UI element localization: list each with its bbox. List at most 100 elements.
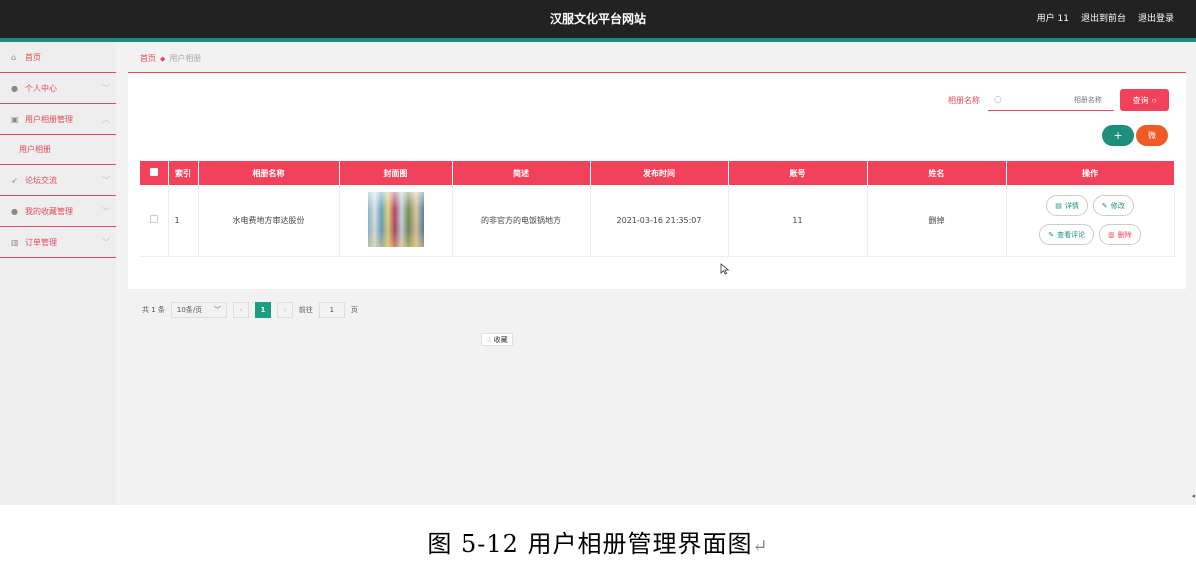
operations-cell: ▤ 详情 ✎ 修改 ✎ 查看评论 ▥ 删除 <box>1006 185 1175 257</box>
page-suffix: 页 <box>350 306 358 314</box>
scroll-marker-icon: ◂ <box>1191 492 1195 500</box>
delete-label: 删除 <box>1117 230 1132 239</box>
column-header: 发布时间 <box>590 161 729 185</box>
pin-icon: ● <box>11 206 18 216</box>
row-select-cell <box>140 185 169 257</box>
index-cell: 1 <box>168 185 199 257</box>
chevron-up-icon: ︿ <box>102 115 110 124</box>
sidebar-item-label: 首页 <box>25 52 41 62</box>
top-bar-accent <box>0 38 1196 42</box>
sidebar-item-label: 个人中心 <box>25 83 57 93</box>
search-box: ○ <box>988 89 1114 111</box>
search-icon: ○ <box>994 94 1002 105</box>
detail-icon: ▤ <box>1055 201 1062 210</box>
back-to-frontend-link[interactable]: 退出到前台 <box>1081 11 1126 24</box>
cover-cell <box>339 185 453 257</box>
view-comments-label: 查看评论 <box>1057 230 1086 239</box>
sidebar-subitem-user-album[interactable]: 用户相册 <box>0 135 116 165</box>
send-icon: ➶ <box>11 175 18 185</box>
chevron-down-icon: ﹀ <box>102 176 110 185</box>
column-header: 索引 <box>168 161 199 185</box>
column-header: 封面图 <box>339 161 453 185</box>
page-size-value: 10条/页 <box>176 306 203 314</box>
search-label: 相册名称 <box>948 96 980 105</box>
return-mark-icon: ↵ <box>752 536 769 557</box>
operations-row: ✎ 查看评论 ▥ 删除 <box>1039 224 1141 246</box>
app-screen: 汉服文化平台网站 用户 11 退出到前台 退出登录 ⌂ 首页 ● 个人中心 ﹀ … <box>0 0 1196 505</box>
column-header: 账号 <box>728 161 868 185</box>
top-bar: 汉服文化平台网站 用户 11 退出到前台 退出登录 <box>0 0 1196 38</box>
sidebar-item-profile[interactable]: ● 个人中心 ﹀ <box>0 73 116 104</box>
album-panel: 相册名称 ○ 查询 ○ + 微 索引 相册名 <box>128 73 1186 318</box>
sidebar-item-label: 用户相册管理 <box>25 114 73 124</box>
select-all-column[interactable] <box>140 161 169 185</box>
sidebar-item-album-management[interactable]: ▣ 用户相册管理 ︿ <box>0 104 116 135</box>
comment-icon: ✎ <box>1048 230 1055 239</box>
query-button[interactable]: 查询 ○ <box>1120 89 1169 111</box>
edit-button[interactable]: ✎ 修改 <box>1092 195 1134 217</box>
select-all-checkbox[interactable] <box>149 168 158 176</box>
user-icon: ● <box>11 83 18 93</box>
home-icon: ⌂ <box>11 52 17 62</box>
sidebar-item-label: 论坛交流 <box>25 175 57 185</box>
query-button-label: 查询 <box>1132 95 1149 105</box>
row-checkbox[interactable] <box>149 215 158 224</box>
favorite-label: 收藏 <box>493 335 508 344</box>
star-icon: ☆ <box>486 335 493 344</box>
sidebar-item-label: 我的收藏管理 <box>25 206 73 216</box>
breadcrumb-current: 用户相册 <box>169 54 202 63</box>
next-page-button[interactable]: › <box>276 302 293 318</box>
chevron-down-icon: ﹀ <box>102 238 110 247</box>
detail-button[interactable]: ▤ 详情 <box>1046 195 1088 217</box>
prev-page-button[interactable]: ‹ <box>232 302 249 318</box>
table-row: 1 水电费地方审达股份 的非官方的电饭锅地方 2021-03-16 21:35:… <box>140 185 1175 257</box>
account-cell: 11 <box>728 185 868 257</box>
operations-row: ▤ 详情 ✎ 修改 <box>1046 195 1134 217</box>
page-size-select[interactable]: 10条/页 ﹀ <box>170 302 227 318</box>
table-header-row: 索引 相册名称 封面图 简述 发布时间 账号 姓名 操作 <box>140 161 1175 185</box>
sidebar-item-favorites[interactable]: ● 我的收藏管理 ﹀ <box>0 196 116 227</box>
sidebar-item-forum[interactable]: ➶ 论坛交流 ﹀ <box>0 165 116 196</box>
chevron-down-icon: ﹀ <box>102 84 110 93</box>
column-header: 姓名 <box>867 161 1007 185</box>
mouse-cursor-icon <box>720 263 730 275</box>
breadcrumb: 首页 ◆ 用户相册 <box>140 53 201 64</box>
operations-group: ▤ 详情 ✎ 修改 ✎ 查看评论 ▥ 删除 <box>1007 195 1174 246</box>
goto-label: 前往 <box>298 306 313 314</box>
column-header: 相册名称 <box>198 161 340 185</box>
real-name-cell: 删掉 <box>867 185 1007 257</box>
goto-page-input[interactable]: 1 <box>318 302 345 318</box>
chevron-down-icon: ﹀ <box>102 207 110 216</box>
breadcrumb-home[interactable]: 首页 <box>140 53 156 64</box>
total-count: 共 1 条 <box>142 306 165 314</box>
album-name-cell: 水电费地方审达股份 <box>198 185 340 257</box>
figure-caption: 图 5-12 用户相册管理界面图↵ <box>0 524 1196 559</box>
cover-image <box>367 191 424 247</box>
delete-button[interactable]: ▥ 删除 <box>1099 224 1141 246</box>
caption-text: 图 5-12 用户相册管理界面图 <box>427 530 753 558</box>
column-header: 简述 <box>452 161 591 185</box>
batch-delete-button[interactable]: 微 <box>1136 125 1168 146</box>
add-button[interactable]: + <box>1102 125 1134 146</box>
chevron-down-icon: ﹀ <box>213 306 221 314</box>
summary-cell: 的非官方的电饭锅地方 <box>452 185 591 257</box>
current-page-button[interactable]: 1 <box>254 302 271 318</box>
sidebar-item-home[interactable]: ⌂ 首页 <box>0 42 116 73</box>
detail-label: 详情 <box>1064 201 1079 210</box>
published-time-cell: 2021-03-16 21:35:07 <box>590 185 729 257</box>
sidebar-item-orders[interactable]: ▥ 订单管理 ﹀ <box>0 227 116 258</box>
trash-icon: ▥ <box>1108 230 1115 239</box>
app-title: 汉服文化平台网站 <box>549 12 646 26</box>
favorite-button[interactable]: ☆ 收藏 <box>481 333 513 346</box>
edit-icon: ✎ <box>1101 201 1108 210</box>
album-table: 索引 相册名称 封面图 简述 发布时间 账号 姓名 操作 1 水电费地方审达股份… <box>140 161 1175 257</box>
pagination: 共 1 条 10条/页 ﹀ ‹ 1 › 前往 1 页 <box>142 302 358 318</box>
edit-label: 修改 <box>1110 201 1125 210</box>
view-comments-button[interactable]: ✎ 查看评论 <box>1039 224 1095 246</box>
logout-link[interactable]: 退出登录 <box>1138 11 1174 24</box>
sidebar-item-label: 订单管理 <box>25 237 57 247</box>
top-links: 用户 11 退出到前台 退出登录 <box>1037 11 1174 24</box>
breadcrumb-separator-icon: ◆ <box>160 54 166 63</box>
album-name-search-input[interactable] <box>1001 95 1102 104</box>
current-user-link[interactable]: 用户 11 <box>1037 11 1069 24</box>
